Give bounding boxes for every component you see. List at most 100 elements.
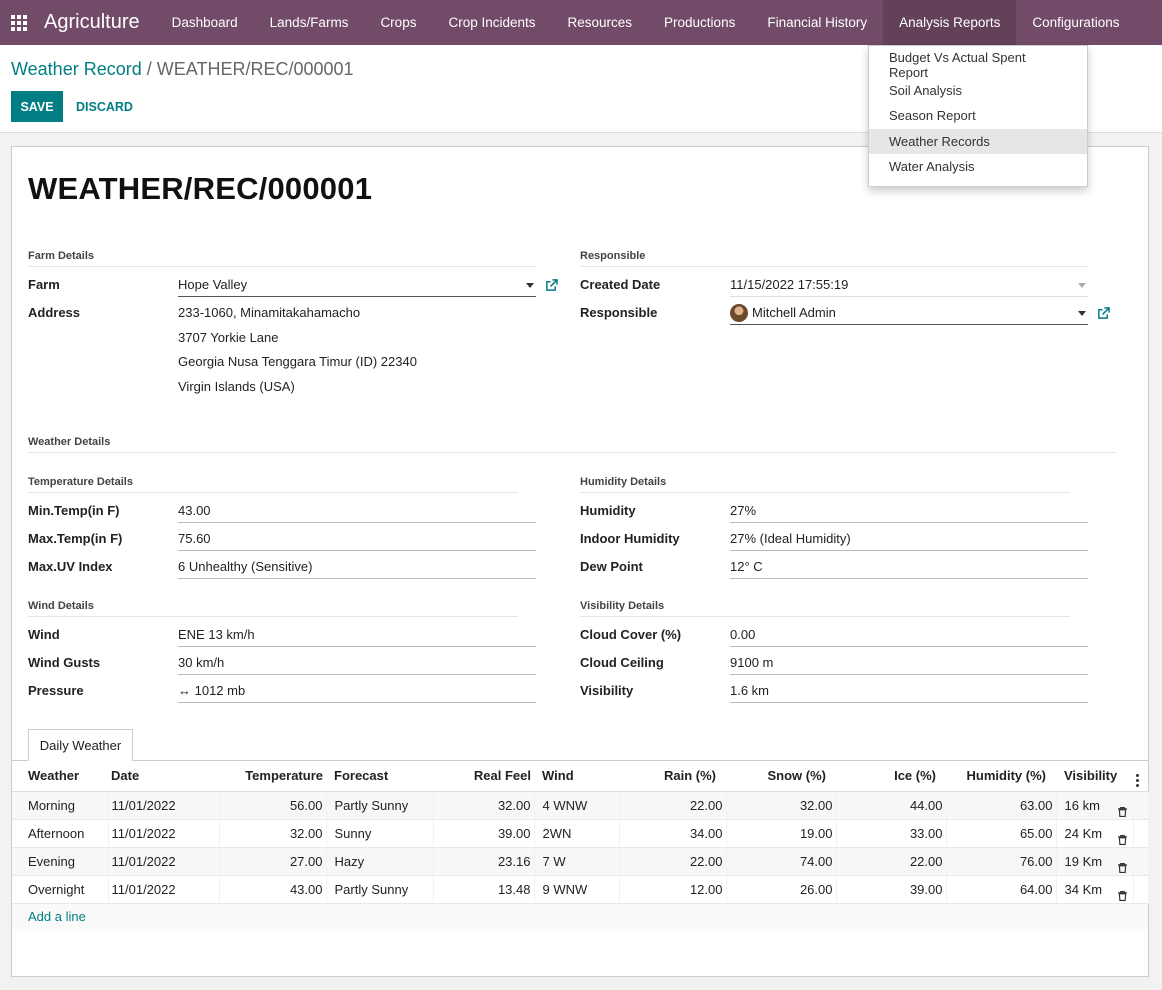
cloud-cover-field[interactable]: 0.00 [730, 623, 1088, 647]
table-row[interactable]: Evening 11/01/2022 27.00 Hazy 23.16 7 W … [12, 847, 1149, 876]
wind-field[interactable]: ENE 13 km/h [178, 623, 536, 647]
cell-snow[interactable]: 74.00 [726, 847, 837, 876]
col-header-ice[interactable]: Ice (%) [836, 761, 946, 792]
cell-temperature[interactable]: 56.00 [219, 791, 327, 820]
menu-resources[interactable]: Resources [552, 0, 649, 45]
menu-dashboard[interactable]: Dashboard [156, 0, 254, 45]
cell-snow[interactable]: 32.00 [726, 791, 837, 820]
table-row[interactable]: Overnight 11/01/2022 43.00 Partly Sunny … [12, 875, 1149, 904]
dropdown-item-soil-analysis[interactable]: Soil Analysis [869, 78, 1087, 104]
col-header-wind[interactable]: Wind [534, 761, 619, 792]
dew-point-field[interactable]: 12° C [730, 555, 1088, 579]
cell-forecast[interactable]: Partly Sunny [326, 875, 434, 904]
max-temp-field[interactable]: 75.60 [178, 527, 536, 551]
cell-rain[interactable]: 12.00 [619, 875, 727, 904]
col-header-forecast[interactable]: Forecast [326, 761, 433, 792]
cell-ice[interactable]: 39.00 [836, 875, 947, 904]
apps-menu-icon[interactable] [0, 0, 38, 45]
cell-weather[interactable]: Morning [12, 791, 109, 820]
discard-button[interactable]: DISCARD [68, 91, 141, 122]
col-header-temperature[interactable]: Temperature [219, 761, 326, 792]
cell-humidity[interactable]: 63.00 [946, 791, 1057, 820]
cell-rain[interactable]: 22.00 [619, 791, 727, 820]
cell-date[interactable]: 11/01/2022 [108, 847, 220, 876]
cell-weather[interactable]: Afternoon [12, 819, 109, 848]
cell-real-feel[interactable]: 23.16 [433, 847, 535, 876]
table-row[interactable]: Morning 11/01/2022 56.00 Partly Sunny 32… [12, 791, 1149, 820]
menu-financial-history[interactable]: Financial History [751, 0, 883, 45]
menu-analysis-reports[interactable]: Analysis Reports [883, 0, 1017, 45]
cell-weather[interactable]: Overnight [12, 875, 109, 904]
menu-crops[interactable]: Crops [364, 0, 432, 45]
menu-lands-farms[interactable]: Lands/Farms [254, 0, 365, 45]
cell-ice[interactable]: 33.00 [836, 819, 947, 848]
col-header-humidity[interactable]: Humidity (%) [946, 761, 1056, 792]
cell-snow[interactable]: 19.00 [726, 819, 837, 848]
dropdown-item-water-analysis[interactable]: Water Analysis [869, 154, 1087, 180]
cell-real-feel[interactable]: 13.48 [433, 875, 535, 904]
dropdown-item-season-report[interactable]: Season Report [869, 103, 1087, 129]
external-link-icon[interactable] [545, 279, 558, 292]
cell-forecast[interactable]: Sunny [326, 819, 434, 848]
chevron-down-icon[interactable] [1078, 311, 1086, 316]
cell-wind[interactable]: 4 WNW [534, 791, 620, 820]
trash-icon[interactable] [1118, 834, 1127, 845]
trash-icon[interactable] [1118, 862, 1127, 873]
chevron-down-icon[interactable] [526, 283, 534, 288]
min-temp-field[interactable]: 43.00 [178, 499, 536, 523]
add-line-link[interactable]: Add a line [12, 903, 1148, 929]
dropdown-item-weather-records[interactable]: Weather Records [869, 128, 1087, 154]
cell-ice[interactable]: 22.00 [836, 847, 947, 876]
cell-real-feel[interactable]: 39.00 [433, 819, 535, 848]
cell-humidity[interactable]: 76.00 [946, 847, 1057, 876]
tab-daily-weather[interactable]: Daily Weather [28, 729, 133, 761]
cell-ice[interactable]: 44.00 [836, 791, 947, 820]
cell-visibility[interactable]: 34 Km [1056, 875, 1134, 904]
col-header-weather[interactable]: Weather [12, 761, 108, 792]
external-link-icon[interactable] [1097, 307, 1110, 320]
menu-crop-incidents[interactable]: Crop Incidents [432, 0, 551, 45]
col-header-rain[interactable]: Rain (%) [619, 761, 726, 792]
menu-configurations[interactable]: Configurations [1016, 0, 1135, 45]
cell-rain[interactable]: 22.00 [619, 847, 727, 876]
cell-date[interactable]: 11/01/2022 [108, 875, 220, 904]
breadcrumb-parent[interactable]: Weather Record [11, 59, 142, 79]
table-row[interactable]: Afternoon 11/01/2022 32.00 Sunny 39.00 2… [12, 819, 1149, 848]
wind-gusts-field[interactable]: 30 km/h [178, 651, 536, 675]
cell-humidity[interactable]: 65.00 [946, 819, 1057, 848]
cell-rain[interactable]: 34.00 [619, 819, 727, 848]
save-button[interactable]: SAVE [11, 91, 63, 122]
col-header-snow[interactable]: Snow (%) [726, 761, 836, 792]
cell-real-feel[interactable]: 32.00 [433, 791, 535, 820]
cell-wind[interactable]: 9 WNW [534, 875, 620, 904]
cell-forecast[interactable]: Hazy [326, 847, 434, 876]
trash-icon[interactable] [1118, 890, 1127, 901]
visibility-field[interactable]: 1.6 km [730, 679, 1088, 703]
kebab-menu-icon[interactable] [1136, 773, 1139, 787]
responsible-select[interactable]: Mitchell Admin [730, 301, 1088, 325]
cell-temperature[interactable]: 32.00 [219, 819, 327, 848]
cell-temperature[interactable]: 27.00 [219, 847, 327, 876]
col-header-date[interactable]: Date [108, 761, 219, 792]
trash-icon[interactable] [1118, 806, 1127, 817]
col-header-visibility[interactable]: Visibility [1056, 761, 1133, 792]
cell-wind[interactable]: 7 W [534, 847, 620, 876]
pressure-field[interactable]: ↔ 1012 mb [178, 679, 536, 703]
cell-visibility[interactable]: 24 Km [1056, 819, 1134, 848]
cloud-ceiling-field[interactable]: 9100 m [730, 651, 1088, 675]
farm-select[interactable]: Hope Valley [178, 273, 536, 297]
dropdown-item-budget-report[interactable]: Budget Vs Actual Spent Report [869, 50, 1087, 80]
cell-date[interactable]: 11/01/2022 [108, 791, 220, 820]
cell-visibility[interactable]: 19 Km [1056, 847, 1134, 876]
cell-snow[interactable]: 26.00 [726, 875, 837, 904]
cell-temperature[interactable]: 43.00 [219, 875, 327, 904]
cell-forecast[interactable]: Partly Sunny [326, 791, 434, 820]
menu-productions[interactable]: Productions [648, 0, 751, 45]
optional-columns-toggle[interactable] [1133, 761, 1148, 792]
cell-wind[interactable]: 2WN [534, 819, 620, 848]
max-uv-field[interactable]: 6 Unhealthy (Sensitive) [178, 555, 536, 579]
cell-humidity[interactable]: 64.00 [946, 875, 1057, 904]
col-header-real-feel[interactable]: Real Feel [433, 761, 534, 792]
cell-date[interactable]: 11/01/2022 [108, 819, 220, 848]
cell-weather[interactable]: Evening [12, 847, 109, 876]
